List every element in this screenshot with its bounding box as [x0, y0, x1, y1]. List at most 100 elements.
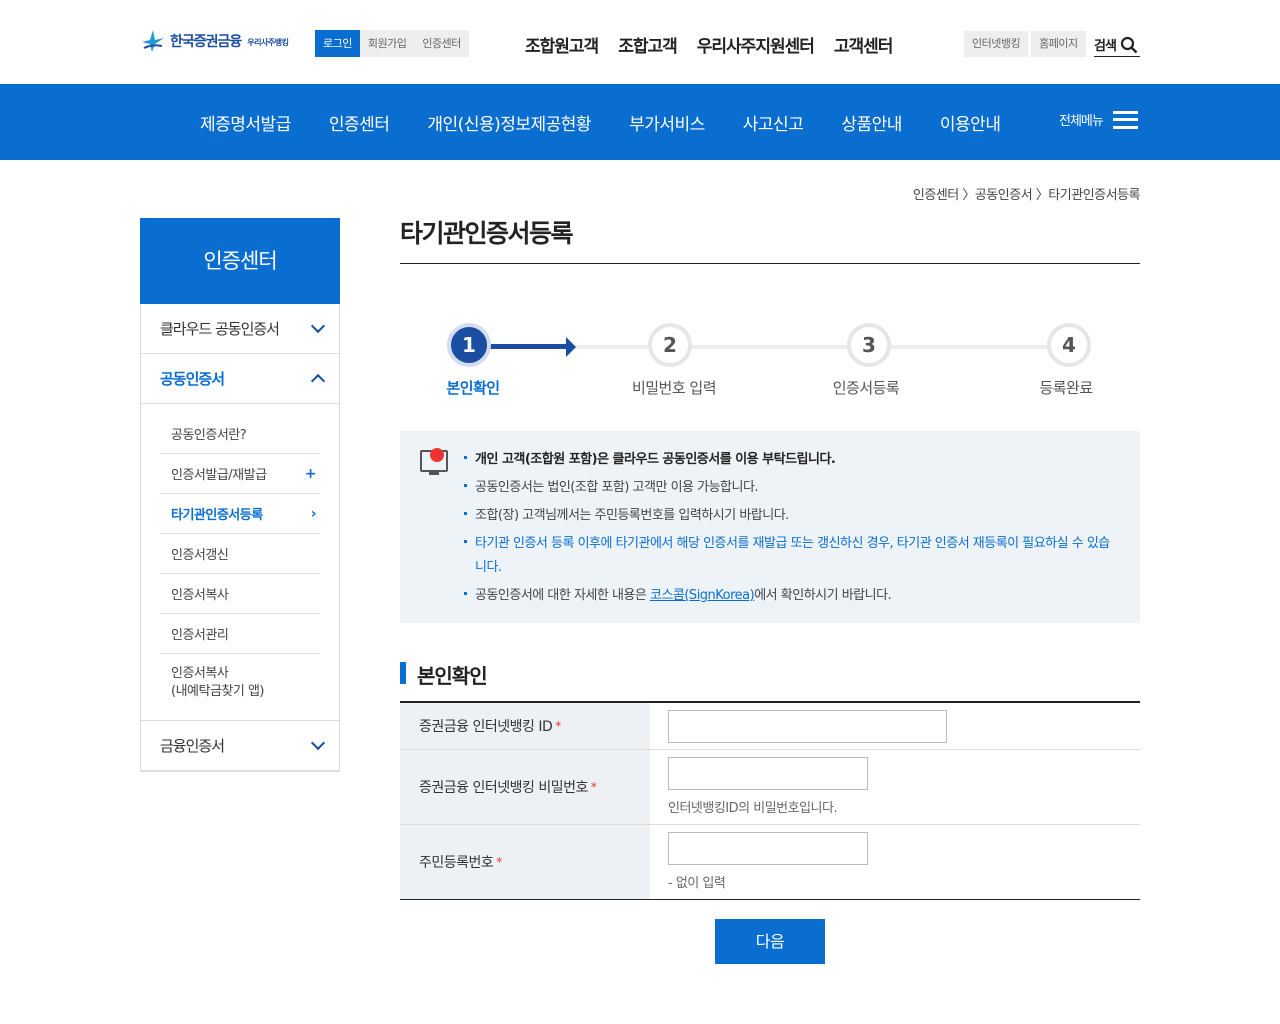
all-menu-button[interactable]: 전체메뉴 [1059, 110, 1138, 129]
submenu-label: 타기관인증서등록 [171, 508, 263, 523]
nav-cert-center[interactable]: 인증센터 [329, 110, 390, 135]
top-gnb: 조합원고객 조합고객 우리사주지원센터 고객센터 [525, 32, 894, 57]
form-row-password: 증권금융 인터넷뱅킹 비밀번호 * 인터넷뱅킹ID의 비밀번호입니다. [400, 750, 1140, 825]
logo-bird-icon [142, 30, 164, 52]
submenu-cert-copy-app[interactable]: 인증서복사 (내예탁금찾기 앱) [160, 654, 320, 712]
step-indicator: 1 2 3 4 본인확인 비밀번호 입력 인증서등록 등록완료 [400, 320, 1140, 410]
util-links: 로그인 회원가입 인증센터 [315, 30, 469, 57]
homepage-button[interactable]: 홈페이지 [1031, 31, 1086, 57]
form-row-id: 증권금융 인터넷뱅킹 ID * [400, 703, 1140, 750]
search-label: 검색 [1094, 39, 1117, 54]
title-divider [400, 263, 1140, 264]
password-input[interactable] [668, 757, 868, 790]
password-label: 증권금융 인터넷뱅킹 비밀번호 * [400, 750, 650, 824]
notice-box: 개인 고객(조합원 포함)은 클라우드 공동인증서를 이용 부탁드립니다. 공동… [400, 431, 1140, 623]
id-input[interactable] [668, 710, 947, 743]
required-mark: * [555, 719, 561, 733]
nav-credit-info[interactable]: 개인(신용)정보제공현황 [427, 110, 591, 135]
submenu-cert-copy[interactable]: 인증서복사 [160, 574, 320, 614]
plus-icon: + [304, 465, 317, 482]
koscom-link[interactable]: 코스콤(SignKorea) [650, 588, 755, 603]
required-mark: * [590, 780, 597, 794]
gnb-union-customer[interactable]: 조합고객 [618, 32, 678, 57]
form-row-rrn: 주민등록번호 * - 없이 입력 [400, 825, 1140, 899]
step-1-circle: 1 [447, 323, 491, 367]
submenu-what-is-cert[interactable]: 공동인증서란? [160, 414, 320, 454]
nav-certificate-issue[interactable]: 제증명서발급 [200, 110, 291, 135]
page-title: 타기관인증서등록 [400, 219, 574, 248]
submenu-label-line1: 인증서복사 [171, 666, 229, 681]
submenu-label: 인증서복사 (내예탁금찾기 앱) [171, 665, 265, 701]
submenu-cert-renew[interactable]: 인증서갱신 [160, 534, 320, 574]
hamburger-icon [1112, 110, 1138, 129]
login-button[interactable]: 로그인 [315, 30, 360, 57]
submenu-label-line2: (내예탁금찾기 앱) [171, 684, 265, 699]
submenu-label: 인증서복사 [171, 588, 229, 603]
all-menu-label: 전체메뉴 [1059, 114, 1104, 129]
chevron-down-icon [310, 318, 326, 334]
submenu-other-cert-register[interactable]: 타기관인증서등록 › [160, 494, 320, 534]
rrn-label: 주민등록번호 * [400, 825, 650, 899]
nav-extra-services[interactable]: 부가서비스 [629, 110, 705, 135]
step-3-label: 인증서등록 [832, 379, 900, 397]
signup-link[interactable]: 회원가입 [360, 30, 414, 57]
gnb-member-customer[interactable]: 조합원고객 [525, 32, 599, 57]
sidebar-item-financial-cert[interactable]: 금융인증서 [141, 721, 339, 771]
notice-item: 개인 고객(조합원 포함)은 클라우드 공동인증서를 이용 부탁드립니다. [462, 448, 1120, 472]
step-3-circle: 3 [847, 323, 891, 367]
id-label: 증권금융 인터넷뱅킹 ID * [400, 703, 650, 749]
submenu-label: 인증서발급/재발급 [171, 468, 267, 483]
notice-text: 에서 확인하시기 바랍니다. [754, 588, 892, 603]
step-arrow-icon [566, 337, 576, 357]
id-label-text: 증권금융 인터넷뱅킹 ID [419, 719, 553, 735]
password-label-text: 증권금융 인터넷뱅킹 비밀번호 [419, 780, 588, 796]
step-1-label: 본인확인 [446, 379, 500, 397]
submenu-cert-manage[interactable]: 인증서관리 [160, 614, 320, 654]
sidebar-item-cloud-cert[interactable]: 클라우드 공동인증서 [141, 304, 339, 354]
chevron-up-icon [310, 373, 326, 389]
cert-center-link[interactable]: 인증센터 [414, 30, 468, 57]
gnb-esop-support[interactable]: 우리사주지원센터 [697, 32, 815, 57]
sidebar-item-label: 금융인증서 [160, 737, 225, 755]
sidebar-submenu: 공동인증서란? 인증서발급/재발급 + 타기관인증서등록 › 인증서갱신 인증서… [141, 404, 339, 721]
logo-subtext: 우리사주뱅킹 [247, 38, 289, 47]
internet-banking-button[interactable]: 인터넷뱅킹 [964, 31, 1029, 57]
search-button[interactable]: 검색 [1094, 33, 1140, 57]
gnb-customer-center[interactable]: 고객센터 [834, 32, 894, 57]
sidebar-item-label: 클라우드 공동인증서 [160, 320, 280, 338]
sidebar-item-joint-cert[interactable]: 공동인증서 [141, 354, 339, 404]
rrn-input[interactable] [668, 832, 868, 865]
submenu-label: 공동인증서란? [171, 428, 247, 443]
password-hint: 인터넷뱅킹ID의 비밀번호입니다. [668, 801, 838, 816]
nav-incident-report[interactable]: 사고신고 [743, 110, 804, 135]
search-icon [1120, 36, 1138, 53]
step-4-circle: 4 [1047, 323, 1091, 367]
chevron-down-icon [310, 735, 326, 751]
required-mark: * [496, 855, 502, 869]
sidebar: 클라우드 공동인증서 공동인증서 공동인증서란? 인증서발급/재발급 + 타기관… [140, 304, 340, 772]
section-title: 본인확인 [400, 660, 488, 689]
identity-form: 증권금융 인터넷뱅킹 ID * 증권금융 인터넷뱅킹 비밀번호 * 인터넷뱅킹ID의… [400, 701, 1140, 900]
submenu-label: 인증서관리 [171, 628, 229, 643]
right-buttons: 인터넷뱅킹 홈페이지 [964, 31, 1086, 57]
top-header: 한국증권금융 우리사주뱅킹 로그인 회원가입 인증센터 조합원고객 조합고객 우… [0, 0, 1280, 84]
sidebar-title: 인증센터 [140, 218, 340, 304]
step-2-label: 비밀번호 입력 [631, 379, 717, 397]
monitor-alert-icon [420, 448, 448, 475]
submenu-label: 인증서갱신 [171, 548, 229, 563]
logo[interactable]: 한국증권금융 우리사주뱅킹 [140, 28, 289, 54]
nav-products[interactable]: 상품안내 [841, 110, 902, 135]
nav-usage-guide[interactable]: 이용안내 [940, 110, 1001, 135]
rrn-label-text: 주민등록번호 [419, 855, 494, 871]
next-button[interactable]: 다음 [715, 919, 825, 964]
notice-item: 공동인증서에 대한 자세한 내용은 코스콤(SignKorea)에서 확인하시기… [462, 584, 1120, 608]
step-2-circle: 2 [648, 323, 692, 367]
submenu-cert-issue[interactable]: 인증서발급/재발급 + [160, 454, 320, 494]
notice-item: 타기관 인증서 등록 이후에 타기관에서 해당 인증서를 재발급 또는 갱신하신… [462, 532, 1120, 580]
breadcrumb: 인증센터 〉공동인증서 〉타기관인증서등록 [912, 188, 1141, 203]
notice-item: 공동인증서는 법인(조합 포함) 고객만 이용 가능합니다. [462, 476, 1120, 500]
main-nav: 제증명서발급 인증센터 개인(신용)정보제공현황 부가서비스 사고신고 상품안내… [0, 84, 1280, 160]
rrn-hint: - 없이 입력 [668, 876, 726, 891]
logo-text: 한국증권금융 [170, 34, 242, 50]
notice-text: 공동인증서에 대한 자세한 내용은 [475, 588, 650, 603]
